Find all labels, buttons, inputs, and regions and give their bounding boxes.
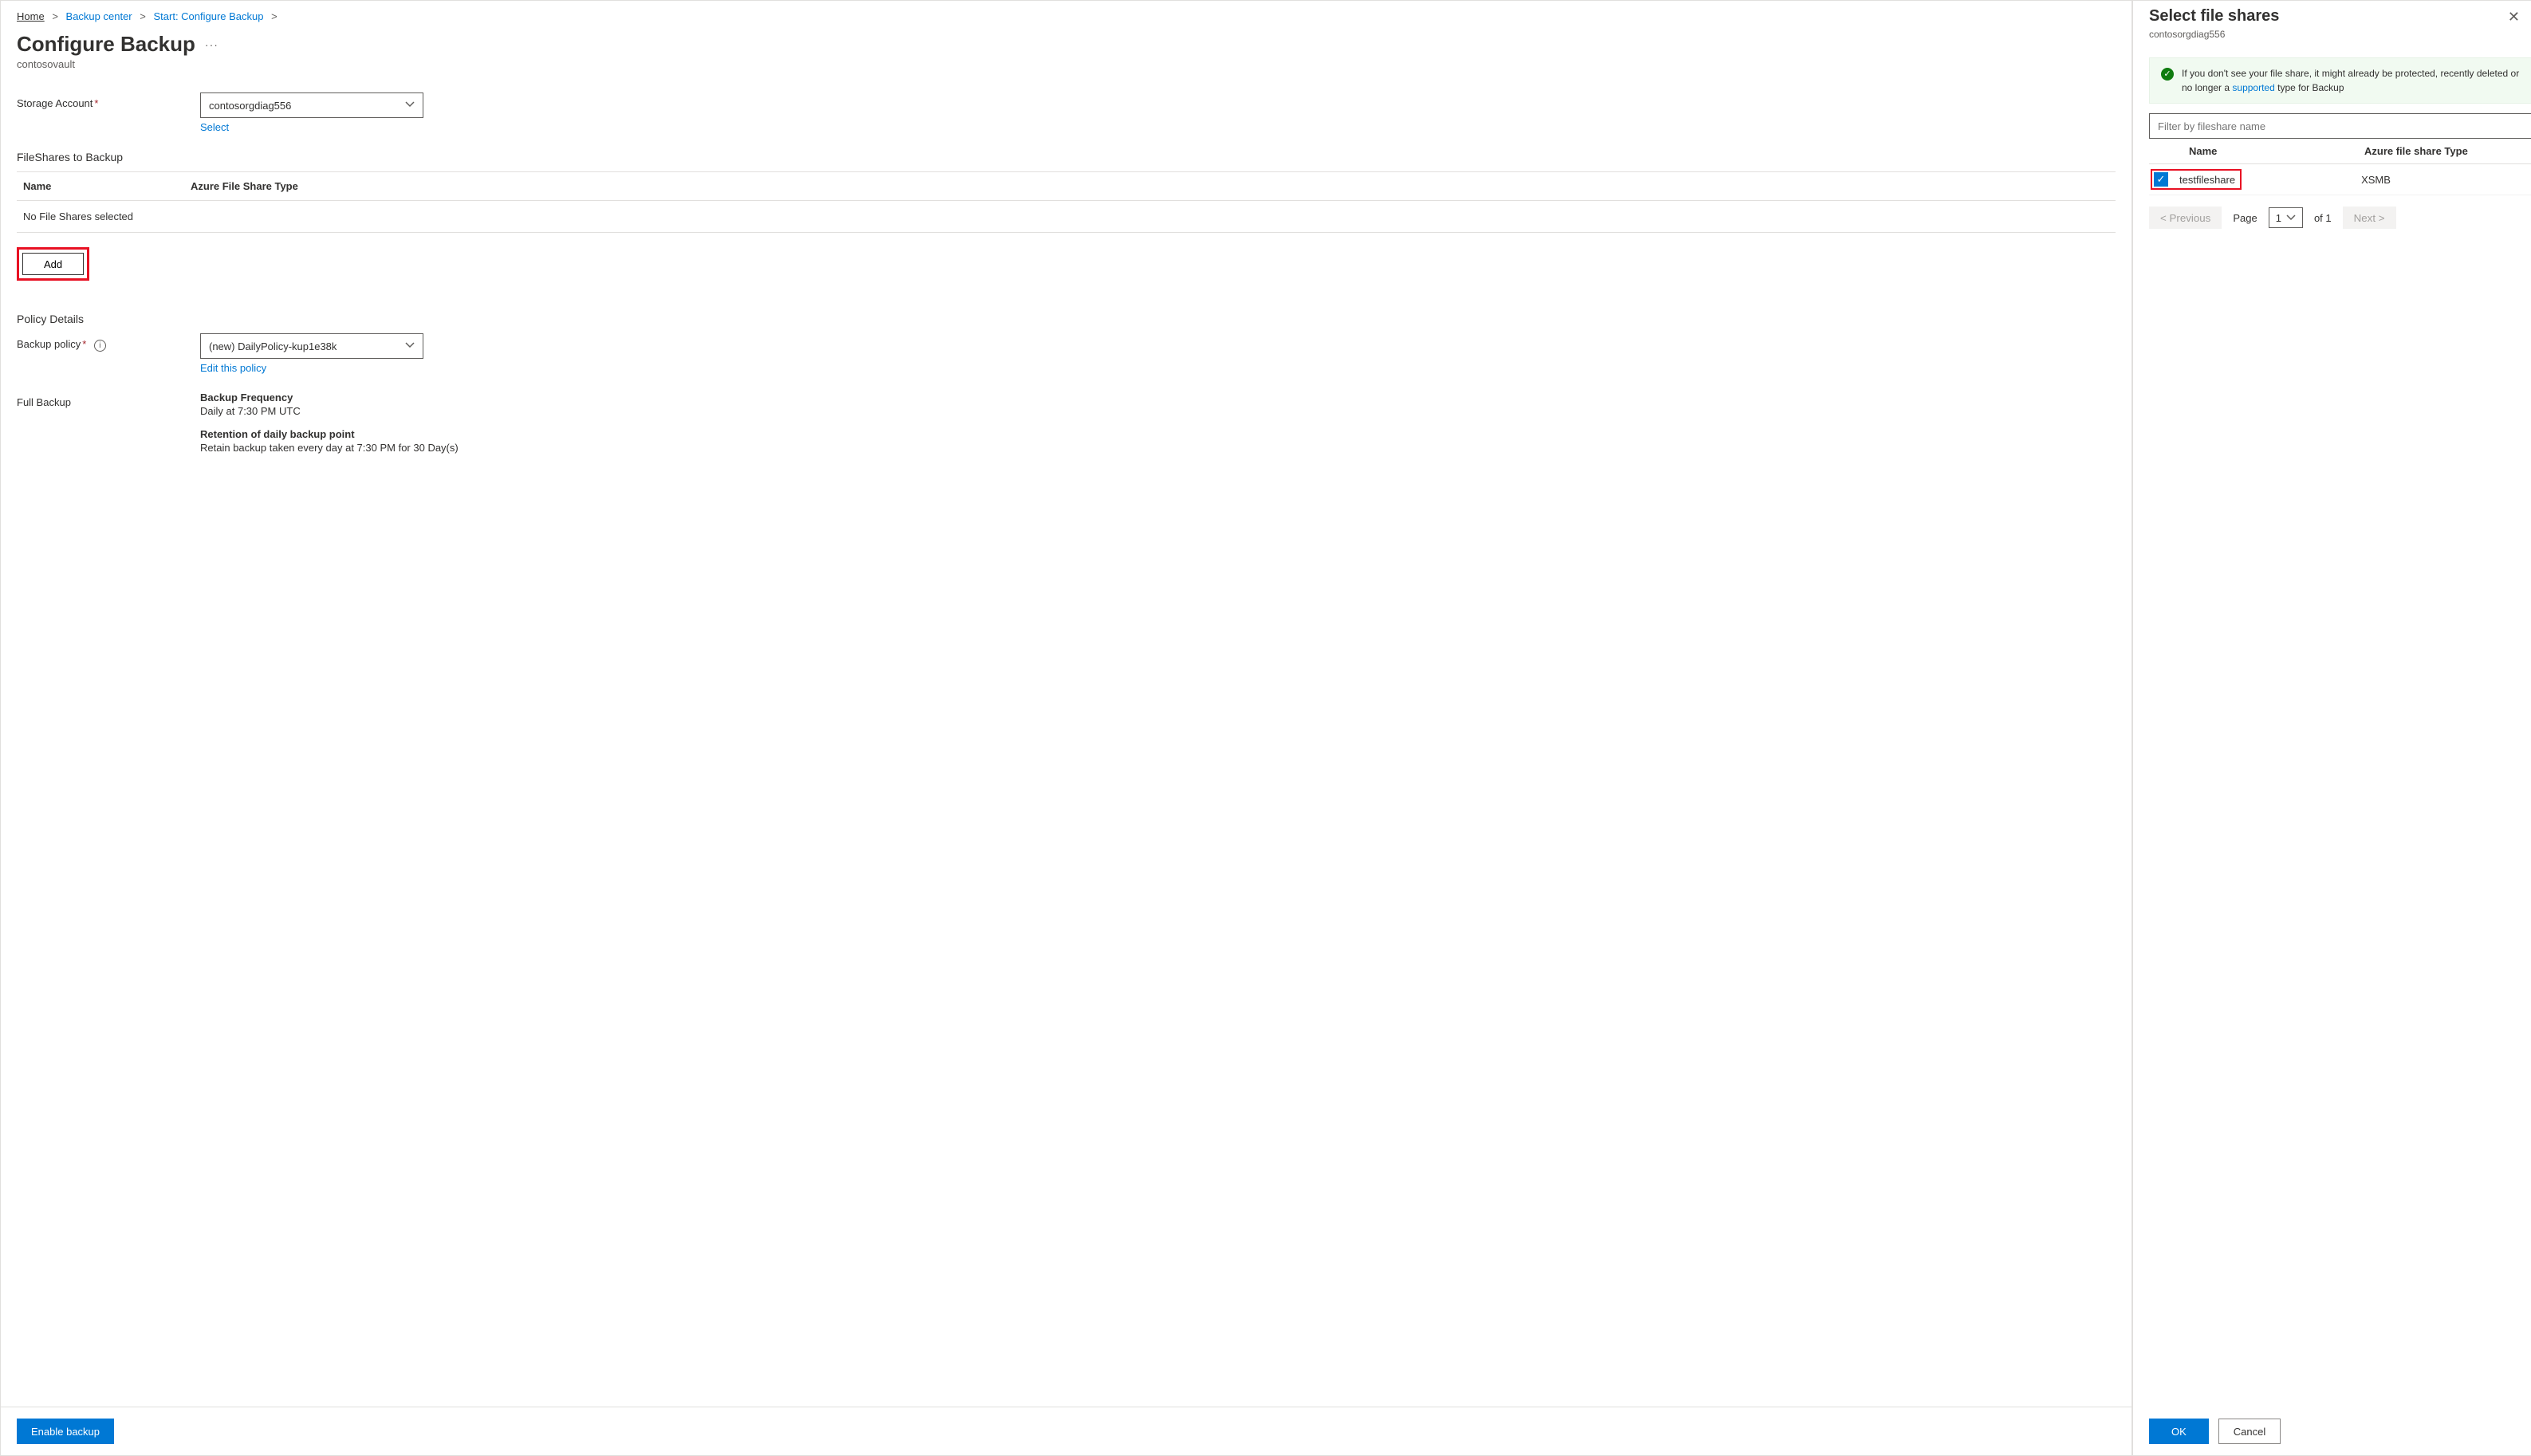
fileshare-row[interactable]: ✓ testfileshare XSMB bbox=[2149, 164, 2531, 195]
checkmark-icon: ✓ bbox=[2161, 68, 2174, 81]
filter-input[interactable] bbox=[2149, 113, 2531, 139]
previous-button[interactable]: < Previous bbox=[2149, 207, 2222, 229]
fileshare-checkbox[interactable]: ✓ bbox=[2154, 172, 2168, 187]
backup-policy-value: (new) DailyPolicy-kup1e38k bbox=[209, 340, 337, 352]
chevron-down-icon bbox=[405, 100, 415, 112]
fileshares-col-name: Name bbox=[23, 180, 191, 192]
backup-policy-label: Backup policy* i bbox=[17, 333, 200, 352]
info-banner: ✓ If you don't see your file share, it m… bbox=[2149, 57, 2531, 104]
policy-heading: Policy Details bbox=[17, 313, 2116, 325]
chevron-down-icon bbox=[405, 340, 415, 352]
panel-col-name: Name bbox=[2189, 145, 2364, 157]
breadcrumb-configure-backup[interactable]: Start: Configure Backup bbox=[153, 10, 263, 22]
breadcrumb-home[interactable]: Home bbox=[17, 10, 45, 22]
chevron-right-icon: > bbox=[140, 10, 146, 22]
backup-frequency-label: Backup Frequency bbox=[200, 392, 2116, 403]
fileshares-table: Name Azure File Share Type No File Share… bbox=[17, 171, 2116, 233]
retention-value: Retain backup taken every day at 7:30 PM… bbox=[200, 442, 2116, 454]
next-button[interactable]: Next > bbox=[2343, 207, 2396, 229]
page-number: 1 bbox=[2276, 212, 2281, 224]
full-backup-label: Full Backup bbox=[17, 392, 200, 408]
chevron-right-icon: > bbox=[52, 10, 58, 22]
enable-backup-button[interactable]: Enable backup bbox=[17, 1419, 114, 1444]
supported-link[interactable]: supported bbox=[2232, 82, 2274, 93]
fileshares-heading: FileShares to Backup bbox=[17, 151, 2116, 163]
storage-account-label: Storage Account* bbox=[17, 92, 200, 109]
close-icon[interactable]: ✕ bbox=[2508, 9, 2520, 26]
fileshare-name: testfileshare bbox=[2179, 174, 2235, 186]
fileshares-col-type: Azure File Share Type bbox=[191, 180, 2109, 192]
page-label: Page bbox=[2233, 212, 2257, 224]
page-title: Configure Backup bbox=[17, 32, 195, 57]
page-of: of 1 bbox=[2314, 212, 2332, 224]
checkbox-highlight: ✓ testfileshare bbox=[2151, 169, 2242, 190]
retention-label: Retention of daily backup point bbox=[200, 428, 2116, 440]
cancel-button[interactable]: Cancel bbox=[2218, 1419, 2281, 1444]
info-text-post: type for Backup bbox=[2277, 82, 2344, 93]
edit-policy-link[interactable]: Edit this policy bbox=[200, 362, 266, 374]
backup-policy-select[interactable]: (new) DailyPolicy-kup1e38k bbox=[200, 333, 423, 359]
fileshares-empty-row: No File Shares selected bbox=[17, 201, 2116, 232]
panel-footer: OK Cancel bbox=[2133, 1407, 2531, 1455]
breadcrumb: Home > Backup center > Start: Configure … bbox=[1, 1, 2131, 29]
more-menu-button[interactable]: ··· bbox=[205, 38, 218, 51]
add-button[interactable]: Add bbox=[22, 253, 84, 275]
chevron-down-icon bbox=[2286, 213, 2296, 222]
ok-button[interactable]: OK bbox=[2149, 1419, 2209, 1444]
storage-account-select[interactable]: contosorgdiag556 bbox=[200, 92, 423, 118]
panel-col-type: Azure file share Type bbox=[2364, 145, 2531, 157]
storage-account-value: contosorgdiag556 bbox=[209, 100, 291, 112]
main-footer: Enable backup bbox=[1, 1407, 2131, 1455]
backup-frequency-value: Daily at 7:30 PM UTC bbox=[200, 405, 2116, 417]
panel-subtitle: contosorgdiag556 bbox=[2149, 29, 2515, 40]
select-fileshares-panel: Select file shares contosorgdiag556 ✕ ✓ … bbox=[2132, 0, 2531, 1456]
info-icon[interactable]: i bbox=[94, 340, 106, 352]
storage-select-link[interactable]: Select bbox=[200, 121, 229, 133]
page-select[interactable]: 1 bbox=[2269, 207, 2303, 228]
chevron-right-icon: > bbox=[271, 10, 278, 22]
panel-title: Select file shares bbox=[2149, 7, 2515, 26]
main-content: Home > Backup center > Start: Configure … bbox=[0, 0, 2132, 1456]
fileshare-type: XSMB bbox=[2361, 174, 2531, 186]
breadcrumb-backup-center[interactable]: Backup center bbox=[66, 10, 132, 22]
page-subtitle: contosovault bbox=[1, 58, 2131, 85]
add-button-highlight: Add bbox=[17, 247, 89, 281]
pager: < Previous Page 1 of 1 Next > bbox=[2149, 207, 2531, 229]
